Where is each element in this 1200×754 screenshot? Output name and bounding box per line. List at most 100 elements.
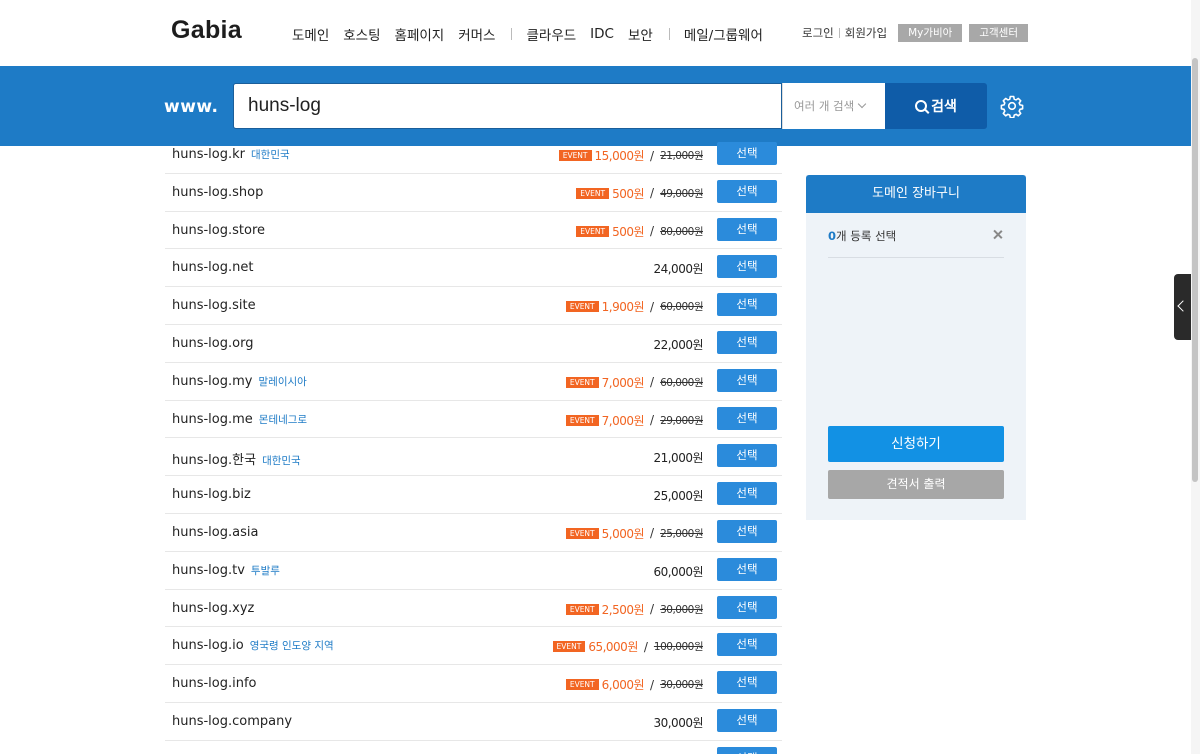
select-button[interactable]: 선택 bbox=[717, 671, 777, 695]
nav-idc[interactable]: IDC bbox=[590, 26, 614, 42]
select-button[interactable]: 선택 bbox=[717, 293, 777, 317]
domain-name-text: huns-log.store bbox=[172, 222, 266, 238]
domain-name-text: huns-log.company bbox=[172, 713, 293, 729]
event-badge: EVENT bbox=[558, 150, 592, 161]
select-button[interactable]: 선택 bbox=[717, 519, 777, 543]
domain-price: EVENT 500원 / 49,000원 bbox=[576, 185, 703, 202]
close-icon[interactable] bbox=[992, 229, 1004, 241]
nav-cloud[interactable]: 클라우드 bbox=[526, 24, 576, 44]
select-button[interactable]: 선택 bbox=[717, 142, 777, 165]
domain-name-text: huns-log.me bbox=[172, 411, 253, 427]
select-button[interactable]: 선택 bbox=[717, 406, 777, 430]
domain-name-text: huns-log.org bbox=[172, 335, 254, 351]
nav-hosting[interactable]: 호스팅 bbox=[343, 24, 380, 44]
regular-price: 24,000원 bbox=[653, 262, 703, 277]
nav-domain[interactable]: 도메인 bbox=[292, 24, 329, 44]
header: Gabia 도메인 호스팅 홈페이지 커머스 클라우드 IDC 보안 메일/그룹… bbox=[0, 0, 1200, 66]
domain-name: huns-log.io 영국령 인도양 지역 bbox=[172, 638, 334, 653]
select-button[interactable]: 선택 bbox=[717, 746, 777, 754]
domain-name: huns-log.company bbox=[172, 714, 292, 729]
select-button[interactable]: 선택 bbox=[717, 444, 777, 468]
event-badge: EVENT bbox=[565, 376, 599, 388]
original-price: 30,000원 bbox=[660, 679, 703, 692]
signup-link[interactable]: 회원가입 bbox=[845, 25, 887, 41]
domain-price: EVENT 7,000원 / 60,000원 bbox=[565, 374, 703, 391]
domain-price: 22,000원 bbox=[653, 336, 703, 353]
domain-price: EVENT 7,000원 / 29,000원 bbox=[565, 412, 703, 429]
select-button[interactable]: 선택 bbox=[717, 557, 777, 581]
domain-name: huns-log.한국 대한민국 bbox=[172, 449, 301, 468]
domain-country: 투발루 bbox=[250, 564, 280, 577]
domain-result-list: huns-log.kr 대한민국 EVENT 15,000원/21,000원 선택 hun… bbox=[165, 136, 782, 754]
logo[interactable]: Gabia bbox=[171, 16, 242, 45]
domain-search-input[interactable] bbox=[233, 83, 782, 129]
event-badge: EVENT bbox=[576, 187, 610, 199]
www-prefix: www. bbox=[164, 97, 219, 117]
domain-name: huns-log.org bbox=[172, 336, 253, 351]
nav-homepage[interactable]: 홈페이지 bbox=[395, 24, 445, 44]
original-price: 60,000원 bbox=[660, 301, 703, 314]
nav-divider bbox=[668, 28, 670, 40]
domain-price: 30,000원 bbox=[653, 714, 703, 731]
domain-row: huns-log.tv 투발루 60,000원 선택 bbox=[165, 552, 782, 590]
domain-name: huns-log.site bbox=[172, 298, 256, 313]
regular-price: 60,000원 bbox=[653, 564, 703, 579]
original-price: 49,000원 bbox=[660, 187, 703, 200]
support-button[interactable]: 고객센터 bbox=[969, 24, 1028, 42]
multi-search-label: 여러 개 검색 bbox=[794, 99, 855, 113]
domain-name: huns-log.xyz bbox=[172, 601, 254, 616]
domain-name-text: huns-log.info bbox=[172, 676, 257, 692]
domain-price: 25,000원 bbox=[653, 487, 703, 504]
nav-commerce[interactable]: 커머스 bbox=[458, 24, 495, 44]
utility-nav: 로그인 회원가입 My가비아 고객센터 bbox=[802, 24, 1028, 42]
regular-price: 21,000원 bbox=[653, 451, 703, 466]
domain-price: 60,000원 bbox=[653, 563, 703, 580]
original-price: 80,000원 bbox=[660, 225, 703, 238]
select-button[interactable]: 선택 bbox=[717, 179, 777, 203]
app: Gabia 도메인 호스팅 홈페이지 커머스 클라우드 IDC 보안 메일/그룹… bbox=[0, 0, 1200, 754]
print-quote-button[interactable]: 견적서 출력 bbox=[828, 470, 1004, 499]
cart-count: 0개 등록 선택 bbox=[828, 228, 896, 244]
side-panel-toggle[interactable] bbox=[1174, 274, 1191, 340]
apply-button[interactable]: 신청하기 bbox=[828, 426, 1004, 462]
original-price: 100,000원 bbox=[653, 641, 704, 654]
nav-security[interactable]: 보안 bbox=[628, 24, 653, 44]
chevron-down-icon bbox=[857, 99, 867, 109]
original-price: 30,000원 bbox=[660, 603, 703, 616]
domain-price: EVENT 6,000원 / 30,000원 bbox=[565, 676, 703, 693]
sale-price: 500원 bbox=[612, 186, 645, 201]
select-button[interactable]: 선택 bbox=[717, 330, 777, 354]
nav-mail-groupware[interactable]: 메일/그룹웨어 bbox=[684, 24, 763, 44]
select-button[interactable]: 선택 bbox=[717, 595, 777, 619]
select-button[interactable]: 선택 bbox=[717, 217, 777, 241]
price-separator: / bbox=[643, 639, 648, 654]
select-button[interactable]: 선택 bbox=[717, 368, 777, 392]
domain-row: huns-log.me 몬테네그로 EVENT 7,000원 / 29,000원 선택 bbox=[165, 401, 782, 439]
domain-name-text: huns-log.tv bbox=[172, 562, 245, 578]
domain-country: 영국령 인도양 지역 bbox=[249, 640, 334, 653]
scrollbar-thumb[interactable] bbox=[1192, 58, 1198, 482]
domain-name: huns-log.asia bbox=[172, 525, 258, 540]
select-button[interactable]: 선택 bbox=[717, 255, 777, 279]
select-button[interactable]: 선택 bbox=[717, 633, 777, 657]
price-separator: / bbox=[650, 413, 655, 428]
sale-price: 6,000원 bbox=[601, 678, 645, 693]
search-button[interactable]: 검색 bbox=[885, 83, 987, 129]
domain-country: 대한민국 bbox=[262, 455, 301, 468]
gear-icon[interactable] bbox=[1000, 94, 1024, 118]
select-button[interactable]: 선택 bbox=[717, 708, 777, 732]
price-separator: / bbox=[650, 677, 655, 692]
domain-price: EVENT 5,000원 / 25,000원 bbox=[565, 525, 703, 542]
cart-count-label: 개 등록 선택 bbox=[836, 229, 897, 243]
util-divider bbox=[838, 28, 840, 38]
select-button[interactable]: 선택 bbox=[717, 482, 777, 506]
mygabia-button[interactable]: My가비아 bbox=[898, 24, 963, 42]
domain-row: huns-log.store EVENT 500원 / 80,000원 선택 bbox=[165, 212, 782, 250]
login-link[interactable]: 로그인 bbox=[802, 25, 834, 41]
original-price: 60,000원 bbox=[660, 376, 703, 389]
sale-price: 500원 bbox=[612, 224, 645, 239]
cart-title: 도메인 장바구니 bbox=[806, 175, 1026, 213]
event-badge: EVENT bbox=[565, 679, 599, 691]
multi-search-dropdown[interactable]: 여러 개 검색 bbox=[782, 83, 885, 129]
regular-price: 22,000원 bbox=[653, 337, 703, 352]
